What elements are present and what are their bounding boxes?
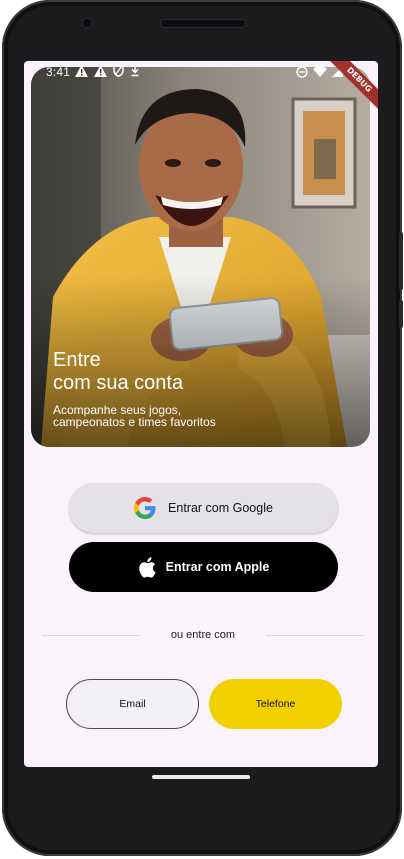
power-button (399, 300, 403, 328)
status-time: 3:41 (46, 65, 71, 79)
volume-button (399, 232, 403, 290)
front-camera (81, 17, 93, 29)
app-screen: Entre com sua conta Acompanhe seus jogos… (24, 61, 378, 767)
hero-subtitle: Acompanhe seus jogos, campeonatos e time… (53, 403, 216, 429)
shield-icon (113, 64, 124, 77)
apple-signin-label: Entrar com Apple (165, 560, 270, 574)
email-option-button[interactable]: Email (66, 679, 199, 729)
status-left-icons (75, 64, 140, 77)
warning-icon (75, 64, 88, 77)
apple-icon (138, 556, 156, 578)
download-icon (131, 65, 139, 76)
google-icon (134, 497, 156, 519)
wifi-icon (313, 66, 327, 77)
divider-line-right (265, 634, 364, 636)
apple-signin-button[interactable]: Entrar com Apple (69, 542, 338, 592)
google-signin-button[interactable]: Entrar com Google (69, 483, 338, 533)
phone-option-label: Telefone (255, 698, 296, 710)
email-option-label: Email (119, 698, 146, 710)
status-bar: 3:41 (24, 61, 378, 83)
google-signin-label: Entrar com Google (168, 501, 273, 515)
hero-card: Entre com sua conta Acompanhe seus jogos… (31, 67, 370, 447)
warning-icon (94, 64, 107, 77)
dnd-icon (296, 65, 308, 78)
hero-title: Entre com sua conta (53, 349, 184, 394)
divider: ou entre com (42, 628, 364, 642)
divider-label: ou entre com (170, 629, 236, 641)
phone-option-button[interactable]: Telefone (209, 679, 342, 729)
earpiece-speaker (160, 19, 246, 28)
divider-line-left (42, 634, 140, 636)
home-indicator[interactable] (152, 775, 250, 779)
